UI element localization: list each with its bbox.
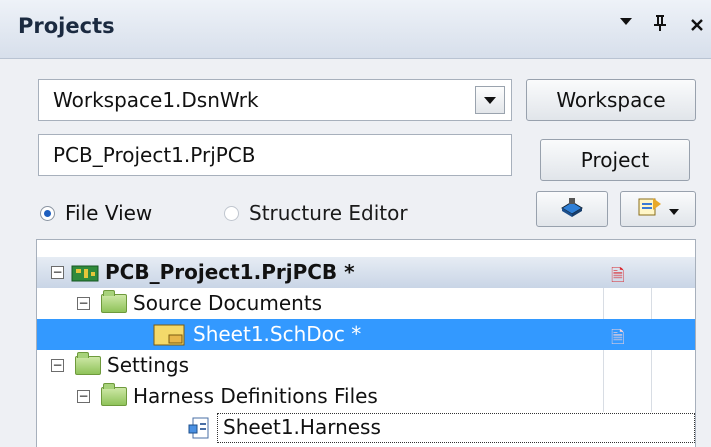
tree-item-label: Settings [107, 353, 190, 377]
grid-divider [603, 350, 604, 381]
tree-row-project[interactable]: − PCB_Project1.PrjPCB * 🗎 [37, 257, 695, 288]
collapse-icon[interactable]: − [77, 390, 90, 403]
document-options-icon [637, 196, 663, 223]
tree-row-sheet1-schdoc[interactable]: Sheet1.SchDoc * 🗎 [37, 319, 695, 350]
workspace-value: Workspace1.DsnWrk [53, 88, 259, 112]
grid-divider [651, 381, 652, 412]
tree-item-label: Harness Definitions Files [133, 384, 378, 408]
tree-item-label: PCB_Project1.PrjPCB * [105, 260, 355, 284]
folder-icon [75, 352, 101, 375]
folder-icon [101, 383, 127, 406]
grid-divider [603, 288, 604, 319]
panel-titlebar: Projects [0, 0, 711, 59]
structure-editor-label: Structure Editor [249, 201, 408, 225]
project-tree[interactable]: − PCB_Project1.PrjPCB * 🗎 − Source Docum… [36, 239, 696, 447]
harness-doc-icon [187, 416, 211, 444]
close-icon[interactable] [690, 16, 704, 37]
panel-content: Workspace1.DsnWrk Workspace PCB_Project1… [0, 59, 711, 447]
project-field[interactable]: PCB_Project1.PrjPCB [38, 134, 512, 176]
collapse-icon[interactable]: − [77, 297, 90, 310]
schematic-doc-icon [153, 324, 185, 350]
project-value: PCB_Project1.PrjPCB [53, 143, 256, 167]
compile-icon [558, 196, 586, 223]
workspace-combo[interactable]: Workspace1.DsnWrk [38, 79, 512, 121]
grid-divider [651, 288, 652, 319]
tree-item-label: Sheet1.SchDoc * [193, 322, 362, 346]
tree-row-settings[interactable]: − Settings [37, 350, 695, 381]
compile-button[interactable] [536, 191, 608, 227]
grid-divider [603, 381, 604, 412]
project-options-button[interactable] [620, 191, 696, 227]
tree-row-sheet1-harness[interactable]: Sheet1.Harness [37, 412, 695, 443]
structure-editor-radio[interactable]: Structure Editor [224, 201, 408, 225]
file-view-radio[interactable]: File View [40, 201, 152, 225]
chevron-down-icon [484, 96, 496, 104]
options-dropdown-arrow [669, 197, 679, 221]
tree-row-source-documents[interactable]: − Source Documents [37, 288, 695, 319]
collapse-icon[interactable]: − [51, 359, 64, 372]
workspace-dropdown-button[interactable] [475, 86, 505, 114]
panel-title: Projects [18, 14, 115, 38]
workspace-button[interactable]: Workspace [526, 79, 696, 121]
radio-unselected-icon [224, 205, 239, 221]
pin-icon[interactable] [652, 14, 668, 37]
tree-item-label: Source Documents [133, 291, 323, 315]
project-button[interactable]: Project [540, 139, 690, 181]
tree-item-label: Sheet1.Harness [223, 415, 381, 439]
grid-divider [651, 350, 652, 381]
file-view-label: File View [65, 201, 153, 225]
panel-menu-icon[interactable] [618, 13, 634, 34]
folder-icon [101, 290, 127, 313]
tree-row-harness-definitions[interactable]: − Harness Definitions Files [37, 381, 695, 412]
pcb-project-icon [71, 263, 99, 287]
projects-panel: Projects Workspace1.DsnWrk Workspace PCB… [0, 0, 711, 447]
collapse-icon[interactable]: − [51, 266, 64, 279]
radio-selected-icon [40, 205, 55, 221]
